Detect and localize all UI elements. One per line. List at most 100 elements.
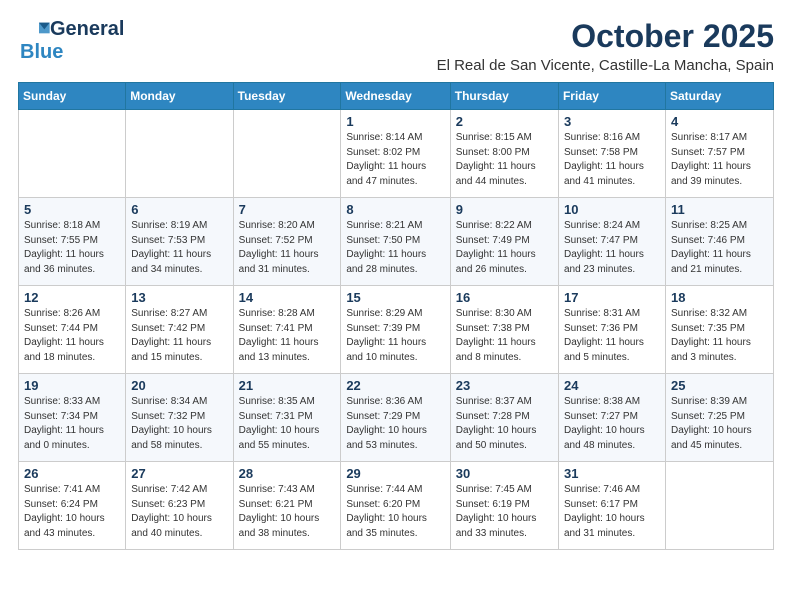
calendar-cell: 14 Sunrise: 8:28 AM Sunset: 7:41 PM Dayli… xyxy=(233,286,341,374)
calendar-cell: 25Sunrise: 8:39 AM Sunset: 7:25 PM Dayli… xyxy=(665,374,773,462)
day-info: Sunrise: 7:41 AM Sunset: 6:24 PM Dayligh… xyxy=(24,483,120,541)
day-number: 7 xyxy=(239,202,336,217)
day-info: Sunrise: 8:18 AM Sunset: 7:55 PM Dayligh… xyxy=(24,219,120,277)
day-number: 11 xyxy=(671,202,768,217)
week-row-2: 5 Sunrise: 8:18 AM Sunset: 7:55 PM Daylig… xyxy=(19,198,774,286)
calendar-cell: 8 Sunrise: 8:21 AM Sunset: 7:50 PM Daylig… xyxy=(341,198,450,286)
calendar-cell: 21 Sunrise: 8:35 AM Sunset: 7:31 PM Dayli… xyxy=(233,374,341,462)
calendar-cell: 31 Sunrise: 7:46 AM Sunset: 6:17 PM Dayli… xyxy=(558,462,665,550)
day-number: 25 xyxy=(671,378,768,393)
calendar-cell xyxy=(19,110,126,198)
day-info: Sunrise: 8:34 AM Sunset: 7:32 PM Dayligh… xyxy=(131,395,227,453)
day-info: Sunrise: 8:14 AM Sunset: 8:02 PM Dayligh… xyxy=(346,131,444,189)
calendar-cell xyxy=(233,110,341,198)
day-info: Sunrise: 7:45 AM Sunset: 6:19 PM Dayligh… xyxy=(456,483,553,541)
calendar-cell: 1 Sunrise: 8:14 AM Sunset: 8:02 PM Daylig… xyxy=(341,110,450,198)
day-number: 24 xyxy=(564,378,660,393)
day-number: 1 xyxy=(346,114,444,129)
logo-blue: Blue xyxy=(20,41,63,64)
day-info: Sunrise: 7:46 AM Sunset: 6:17 PM Dayligh… xyxy=(564,483,660,541)
day-number: 5 xyxy=(24,202,120,217)
day-info: Sunrise: 8:37 AM Sunset: 7:28 PM Dayligh… xyxy=(456,395,553,453)
calendar-cell: 19Sunrise: 8:33 AM Sunset: 7:34 PM Dayli… xyxy=(19,374,126,462)
day-info: Sunrise: 8:20 AM Sunset: 7:52 PM Dayligh… xyxy=(239,219,336,277)
calendar-cell: 11 Sunrise: 8:25 AM Sunset: 7:46 PM Dayli… xyxy=(665,198,773,286)
day-number: 23 xyxy=(456,378,553,393)
day-info: Sunrise: 8:24 AM Sunset: 7:47 PM Dayligh… xyxy=(564,219,660,277)
day-info: Sunrise: 8:32 AM Sunset: 7:35 PM Dayligh… xyxy=(671,307,768,365)
day-number: 9 xyxy=(456,202,553,217)
day-info: Sunrise: 8:21 AM Sunset: 7:50 PM Dayligh… xyxy=(346,219,444,277)
month-title: October 2025 xyxy=(437,18,774,55)
day-info: Sunrise: 7:42 AM Sunset: 6:23 PM Dayligh… xyxy=(131,483,227,541)
day-number: 18 xyxy=(671,290,768,305)
day-info: Sunrise: 8:26 AM Sunset: 7:44 PM Dayligh… xyxy=(24,307,120,365)
day-number: 20 xyxy=(131,378,227,393)
day-number: 28 xyxy=(239,466,336,481)
title-block: October 2025 El Real de San Vicente, Cas… xyxy=(437,18,774,74)
day-info: Sunrise: 8:16 AM Sunset: 7:58 PM Dayligh… xyxy=(564,131,660,189)
day-number: 10 xyxy=(564,202,660,217)
calendar-cell: 29 Sunrise: 7:44 AM Sunset: 6:20 PM Dayli… xyxy=(341,462,450,550)
calendar-cell: 7 Sunrise: 8:20 AM Sunset: 7:52 PM Daylig… xyxy=(233,198,341,286)
calendar-cell: 28 Sunrise: 7:43 AM Sunset: 6:21 PM Dayli… xyxy=(233,462,341,550)
day-number: 3 xyxy=(564,114,660,129)
page-header: General Blue October 2025 El Real de San… xyxy=(18,18,774,74)
logo: General Blue xyxy=(18,18,124,64)
calendar-cell: 2 Sunrise: 8:15 AM Sunset: 8:00 PM Daylig… xyxy=(450,110,558,198)
weekday-header-friday: Friday xyxy=(558,83,665,110)
calendar-cell: 18 Sunrise: 8:32 AM Sunset: 7:35 PM Dayli… xyxy=(665,286,773,374)
day-info: Sunrise: 8:22 AM Sunset: 7:49 PM Dayligh… xyxy=(456,219,553,277)
day-number: 6 xyxy=(131,202,227,217)
calendar-cell: 24 Sunrise: 8:38 AM Sunset: 7:27 PM Dayli… xyxy=(558,374,665,462)
day-info: Sunrise: 7:44 AM Sunset: 6:20 PM Dayligh… xyxy=(346,483,444,541)
day-number: 4 xyxy=(671,114,768,129)
day-info: Sunrise: 8:15 AM Sunset: 8:00 PM Dayligh… xyxy=(456,131,553,189)
weekday-header-tuesday: Tuesday xyxy=(233,83,341,110)
day-number: 13 xyxy=(131,290,227,305)
calendar-cell: 12 Sunrise: 8:26 AM Sunset: 7:44 PM Dayli… xyxy=(19,286,126,374)
logo-general: General xyxy=(50,18,124,41)
day-info: Sunrise: 8:33 AM Sunset: 7:34 PM Dayligh… xyxy=(24,395,120,453)
calendar-cell xyxy=(126,110,233,198)
calendar-cell: 30Sunrise: 7:45 AM Sunset: 6:19 PM Dayli… xyxy=(450,462,558,550)
day-number: 31 xyxy=(564,466,660,481)
week-row-3: 12 Sunrise: 8:26 AM Sunset: 7:44 PM Dayli… xyxy=(19,286,774,374)
calendar-cell xyxy=(665,462,773,550)
day-number: 2 xyxy=(456,114,553,129)
week-row-1: 1 Sunrise: 8:14 AM Sunset: 8:02 PM Daylig… xyxy=(19,110,774,198)
week-row-5: 26 Sunrise: 7:41 AM Sunset: 6:24 PM Dayli… xyxy=(19,462,774,550)
day-info: Sunrise: 8:30 AM Sunset: 7:38 PM Dayligh… xyxy=(456,307,553,365)
day-info: Sunrise: 8:35 AM Sunset: 7:31 PM Dayligh… xyxy=(239,395,336,453)
calendar-cell: 16Sunrise: 8:30 AM Sunset: 7:38 PM Dayli… xyxy=(450,286,558,374)
calendar-cell: 22 Sunrise: 8:36 AM Sunset: 7:29 PM Dayli… xyxy=(341,374,450,462)
calendar-cell: 3 Sunrise: 8:16 AM Sunset: 7:58 PM Daylig… xyxy=(558,110,665,198)
day-info: Sunrise: 7:43 AM Sunset: 6:21 PM Dayligh… xyxy=(239,483,336,541)
day-number: 12 xyxy=(24,290,120,305)
weekday-header-saturday: Saturday xyxy=(665,83,773,110)
day-info: Sunrise: 8:28 AM Sunset: 7:41 PM Dayligh… xyxy=(239,307,336,365)
day-number: 17 xyxy=(564,290,660,305)
calendar-cell: 26 Sunrise: 7:41 AM Sunset: 6:24 PM Dayli… xyxy=(19,462,126,550)
day-number: 8 xyxy=(346,202,444,217)
calendar-cell: 4 Sunrise: 8:17 AM Sunset: 7:57 PM Daylig… xyxy=(665,110,773,198)
day-info: Sunrise: 8:38 AM Sunset: 7:27 PM Dayligh… xyxy=(564,395,660,453)
logo-icon xyxy=(20,20,50,40)
day-info: Sunrise: 8:36 AM Sunset: 7:29 PM Dayligh… xyxy=(346,395,444,453)
calendar-cell: 9 Sunrise: 8:22 AM Sunset: 7:49 PM Daylig… xyxy=(450,198,558,286)
calendar-cell: 17Sunrise: 8:31 AM Sunset: 7:36 PM Dayli… xyxy=(558,286,665,374)
day-info: Sunrise: 8:17 AM Sunset: 7:57 PM Dayligh… xyxy=(671,131,768,189)
weekday-header-sunday: Sunday xyxy=(19,83,126,110)
calendar-cell: 5 Sunrise: 8:18 AM Sunset: 7:55 PM Daylig… xyxy=(19,198,126,286)
day-number: 29 xyxy=(346,466,444,481)
day-number: 26 xyxy=(24,466,120,481)
weekday-header-thursday: Thursday xyxy=(450,83,558,110)
calendar-page: General Blue October 2025 El Real de San… xyxy=(0,0,792,560)
weekday-header-monday: Monday xyxy=(126,83,233,110)
day-number: 15 xyxy=(346,290,444,305)
day-info: Sunrise: 8:25 AM Sunset: 7:46 PM Dayligh… xyxy=(671,219,768,277)
weekday-header-row: SundayMondayTuesdayWednesdayThursdayFrid… xyxy=(19,83,774,110)
day-number: 22 xyxy=(346,378,444,393)
day-number: 14 xyxy=(239,290,336,305)
day-number: 21 xyxy=(239,378,336,393)
